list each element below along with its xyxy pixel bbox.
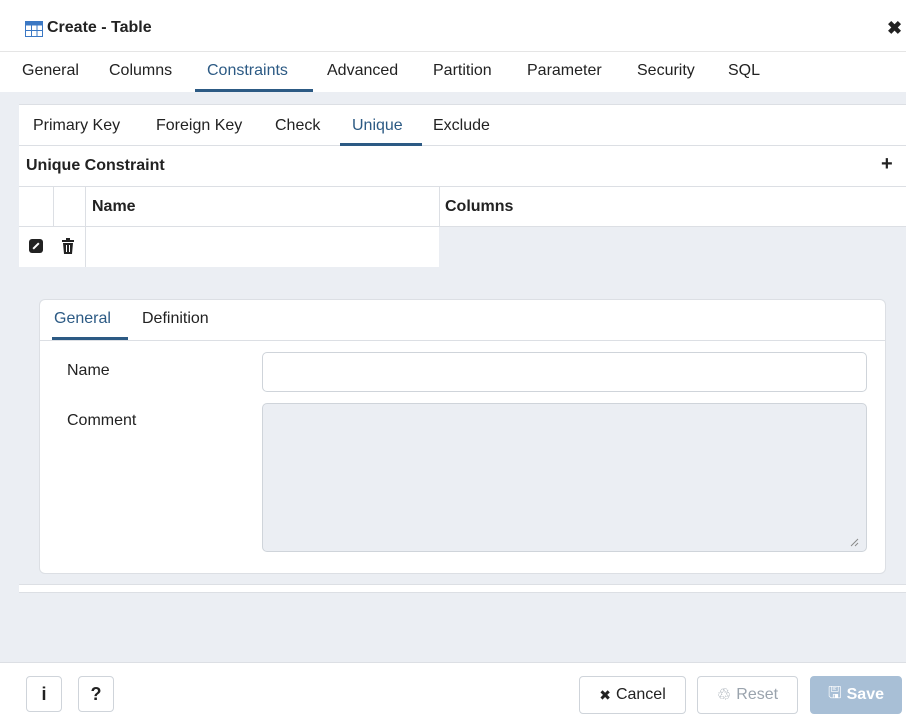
save-icon: 🖫 <box>827 684 842 702</box>
reset-label: Reset <box>736 686 779 703</box>
cancel-button[interactable]: ✖ Cancel <box>579 676 686 714</box>
table-icon <box>25 21 43 37</box>
cancel-label: Cancel <box>615 686 666 703</box>
dialog-titlebar: Create - Table ✖ <box>0 0 906 52</box>
cancel-icon: ✖ <box>599 686 611 703</box>
save-label: Save <box>846 686 884 703</box>
tab-constraints[interactable]: Constraints <box>207 62 288 80</box>
name-field[interactable] <box>262 352 867 392</box>
tab-partition[interactable]: Partition <box>433 62 492 80</box>
column-divider <box>53 187 54 227</box>
subtab-unique[interactable]: Unique <box>352 117 403 135</box>
tab-security[interactable]: Security <box>637 62 695 80</box>
row-columns-cell[interactable] <box>439 227 906 267</box>
constraint-type-tabs: Primary Key Foreign Key Check Unique Exc… <box>19 105 906 146</box>
name-label: Name <box>67 362 110 379</box>
main-tab-bar: General Columns Constraints Advanced Par… <box>0 52 906 92</box>
unique-constraint-header: Unique Constraint + <box>19 146 906 187</box>
save-button[interactable]: 🖫 Save <box>810 676 902 714</box>
panel-bottom-strip <box>19 584 906 593</box>
dialog-title: Create - Table <box>47 19 152 36</box>
active-detail-tab-indicator <box>52 337 128 340</box>
detail-tab-definition[interactable]: Definition <box>142 310 209 328</box>
subtab-check[interactable]: Check <box>275 117 320 135</box>
constraints-panel: Primary Key Foreign Key Check Unique Exc… <box>19 104 906 585</box>
row-detail-card: General Definition Name Comment <box>39 299 886 574</box>
column-divider <box>439 187 440 227</box>
table-row[interactable] <box>19 227 906 267</box>
detail-tab-general[interactable]: General <box>54 310 111 328</box>
resize-grip-icon[interactable] <box>850 538 859 547</box>
dialog-footer: i ? ✖ Cancel ♲ Reset 🖫 Save <box>0 662 906 717</box>
column-header-name[interactable]: Name <box>92 198 136 216</box>
subtab-primary-key[interactable]: Primary Key <box>33 117 120 135</box>
subtab-exclude[interactable]: Exclude <box>433 117 490 135</box>
info-button[interactable]: i <box>26 676 62 712</box>
reset-icon: ♲ <box>716 687 732 704</box>
add-row-icon[interactable]: + <box>881 153 893 176</box>
edit-icon[interactable] <box>29 239 43 253</box>
subtab-foreign-key[interactable]: Foreign Key <box>156 117 242 135</box>
help-button[interactable]: ? <box>78 676 114 712</box>
comment-label: Comment <box>67 412 137 429</box>
dialog-content: Primary Key Foreign Key Check Unique Exc… <box>0 92 906 662</box>
tab-columns[interactable]: Columns <box>109 62 172 80</box>
unique-constraint-title: Unique Constraint <box>26 157 165 174</box>
column-divider <box>85 227 86 267</box>
tab-advanced[interactable]: Advanced <box>327 62 398 80</box>
row-detail-area: General Definition Name Comment <box>19 267 906 585</box>
tab-sql[interactable]: SQL <box>728 62 760 80</box>
tab-general[interactable]: General <box>22 62 79 80</box>
trash-icon[interactable] <box>61 238 75 254</box>
grid-header: Name Columns <box>19 187 906 227</box>
tab-parameter[interactable]: Parameter <box>527 62 602 80</box>
column-header-columns[interactable]: Columns <box>445 198 513 216</box>
reset-button[interactable]: ♲ Reset <box>697 676 798 714</box>
detail-tab-bar: General Definition <box>40 300 885 341</box>
column-divider <box>85 187 86 227</box>
close-icon[interactable]: ✖ <box>887 18 902 39</box>
comment-field[interactable] <box>262 403 867 552</box>
